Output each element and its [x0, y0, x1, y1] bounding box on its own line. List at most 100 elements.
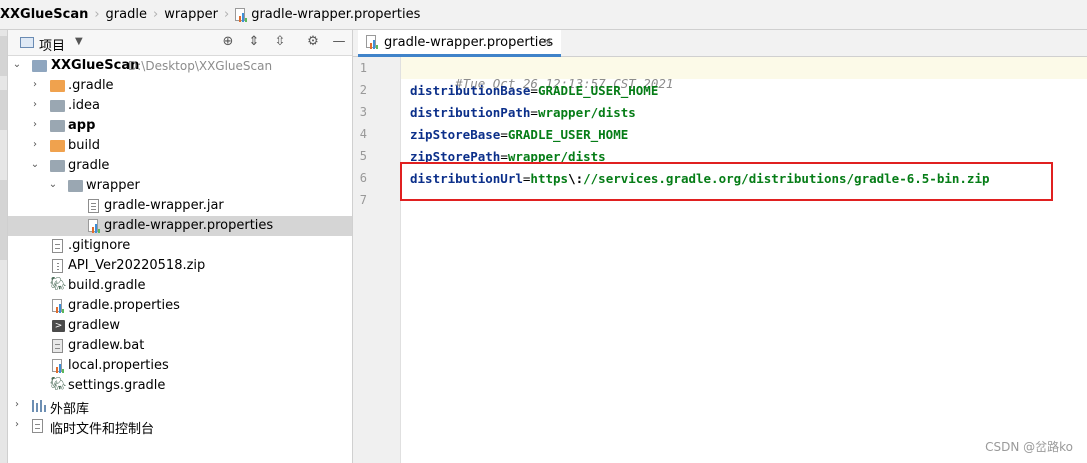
equals-sign: = [530, 105, 538, 120]
tree-item-label: wrapper [86, 178, 140, 193]
equals-sign: = [530, 83, 538, 98]
tree-item-gradle-wrapper-jar[interactable]: gradle-wrapper.jar [8, 196, 352, 216]
project-panel-title[interactable]: 项目 [39, 35, 65, 54]
tree-item-gradle-properties[interactable]: gradle.properties [8, 296, 352, 316]
chevron-down-icon[interactable]: ⌄ [12, 59, 22, 70]
property-key: zipStoreBase [410, 127, 501, 142]
tree-item-gradle[interactable]: ⌄ gradle [8, 156, 352, 176]
chevron-down-icon[interactable]: ⌄ [30, 159, 40, 170]
tree-item-label: 外部库 [50, 402, 90, 417]
property-key: distributionPath [410, 105, 531, 120]
chevron-right-icon[interactable]: › [12, 419, 22, 430]
module-folder-icon [32, 60, 47, 72]
tree-item-api-zip[interactable]: API_Ver20220518.zip [8, 256, 352, 276]
properties-file-icon [88, 219, 103, 233]
properties-file-icon [366, 35, 378, 49]
library-icon [32, 400, 46, 412]
close-icon[interactable]: × [543, 35, 553, 49]
tree-item-label: gradle-wrapper.properties [104, 218, 274, 233]
breadcrumb-item-file[interactable]: gradle-wrapper.properties [235, 0, 421, 29]
chevron-right-icon[interactable]: › [30, 119, 40, 130]
tool-window-tab[interactable] [0, 90, 7, 130]
breadcrumb-item-gradle[interactable]: gradle [106, 0, 147, 29]
tree-item-label: gradlew.bat [68, 338, 145, 353]
scratches-icon [32, 419, 43, 433]
tree-item-label: gradle [68, 158, 110, 173]
tree-item-app[interactable]: › app [8, 116, 352, 136]
watermark: CSDN @岔路ko [985, 440, 1073, 454]
tree-item-path: D:\Desktop\XXGlueScan [128, 59, 273, 73]
tool-window-strip [0, 30, 8, 463]
breadcrumb-item-wrapper[interactable]: wrapper [164, 0, 218, 29]
folder-orange-icon [50, 80, 65, 92]
gradle-elephant-icon: 🐘︎ [50, 277, 67, 292]
tree-item-idea[interactable]: › .idea [8, 96, 352, 116]
folder-module-icon [50, 120, 65, 132]
tree-item-label: .idea [68, 98, 100, 113]
line-number: 1 [359, 61, 367, 75]
tree-item-label: build.gradle [68, 278, 146, 293]
chevron-right-icon: › [94, 7, 100, 22]
chevron-right-icon: › [223, 7, 230, 22]
breadcrumb-label: gradle-wrapper.properties [251, 7, 421, 22]
tree-item-label: app [68, 118, 96, 133]
folder-icon [50, 100, 65, 112]
tree-item-build-gradle[interactable]: 🐘︎ build.gradle [8, 276, 352, 296]
editor-tab-bar: gradle-wrapper.properties × [353, 30, 1087, 57]
tree-item-label: gradlew [68, 318, 121, 333]
line-number-gutter: 1 2 3 4 5 6 7 [353, 57, 401, 463]
tree-item-external-libraries[interactable]: › 外部库 [8, 396, 352, 417]
line-number: 6 [359, 171, 367, 185]
folder-orange-icon [50, 140, 65, 152]
tree-item-wrapper[interactable]: ⌄ wrapper [8, 176, 352, 196]
minimize-icon[interactable]: — [331, 34, 347, 49]
chevron-right-icon[interactable]: › [12, 399, 22, 410]
project-view-icon [20, 37, 34, 48]
gear-icon[interactable]: ⚙ [305, 34, 321, 49]
tree-item-label: 临时文件和控制台 [50, 422, 155, 437]
breadcrumb-label: XXGlueScan [0, 7, 89, 22]
chevron-down-icon[interactable]: ⌄ [48, 179, 58, 190]
line-number: 3 [359, 105, 367, 119]
line-number: 5 [359, 149, 367, 163]
chevron-right-icon[interactable]: › [30, 139, 40, 150]
zip-file-icon [52, 259, 63, 273]
expand-all-icon[interactable]: ⇕ [246, 34, 262, 49]
properties-file-icon [235, 7, 248, 22]
chevron-right-icon[interactable]: › [30, 79, 40, 90]
tree-item-gradlew[interactable]: > gradlew [8, 316, 352, 336]
properties-file-icon [52, 359, 67, 373]
tree-item-dot-gradle[interactable]: › .gradle [8, 76, 352, 96]
code-line-3: distributionPath=wrapper/dists [410, 105, 636, 120]
tree-item-label: .gitignore [68, 238, 131, 253]
tree-item-label: .gradle [68, 78, 114, 93]
tree-item-gradle-wrapper-properties[interactable]: gradle-wrapper.properties [8, 216, 352, 236]
chevron-right-icon[interactable]: › [30, 99, 40, 110]
tree-item-settings-gradle[interactable]: 🐘︎ settings.gradle [8, 376, 352, 396]
tree-item-local-properties[interactable]: local.properties [8, 356, 352, 376]
jar-file-icon [88, 199, 99, 213]
tree-item-scratches[interactable]: › 临时文件和控制台 [8, 416, 352, 437]
gradle-elephant-icon: 🐘︎ [50, 377, 67, 392]
tab-gradle-wrapper-properties[interactable]: gradle-wrapper.properties × [358, 30, 561, 57]
code-line-4: zipStoreBase=GRADLE_USER_HOME [410, 127, 628, 142]
tree-item-gradlew-bat[interactable]: gradlew.bat [8, 336, 352, 356]
project-panel-header: 项目 ▼ ⊕ ⇕ ⇳ ⚙ — [8, 30, 352, 56]
locate-file-icon[interactable]: ⊕ [220, 34, 236, 49]
tree-item-build[interactable]: › build [8, 136, 352, 156]
tree-item-gitignore[interactable]: .gitignore [8, 236, 352, 256]
collapse-all-icon[interactable]: ⇳ [272, 34, 288, 49]
equals-sign: = [500, 127, 508, 142]
editor: gradle-wrapper.properties × 1 2 3 4 5 6 … [353, 30, 1087, 463]
folder-icon [68, 180, 83, 192]
tab-label: gradle-wrapper.properties [384, 34, 554, 50]
tree-item-label: gradle.properties [68, 298, 180, 313]
folder-icon [50, 160, 65, 172]
chevron-down-icon[interactable]: ▼ [75, 36, 83, 47]
chevron-right-icon: › [152, 7, 159, 22]
tool-window-tab[interactable] [0, 180, 7, 260]
breadcrumb-item-project[interactable]: XXGlueScan [0, 0, 89, 29]
code-line-2: distributionBase=GRADLE_USER_HOME [410, 83, 658, 98]
tree-item-root[interactable]: ⌄ XXGlueScan D:\Desktop\XXGlueScan [8, 56, 352, 76]
tool-window-tab[interactable] [0, 36, 7, 76]
